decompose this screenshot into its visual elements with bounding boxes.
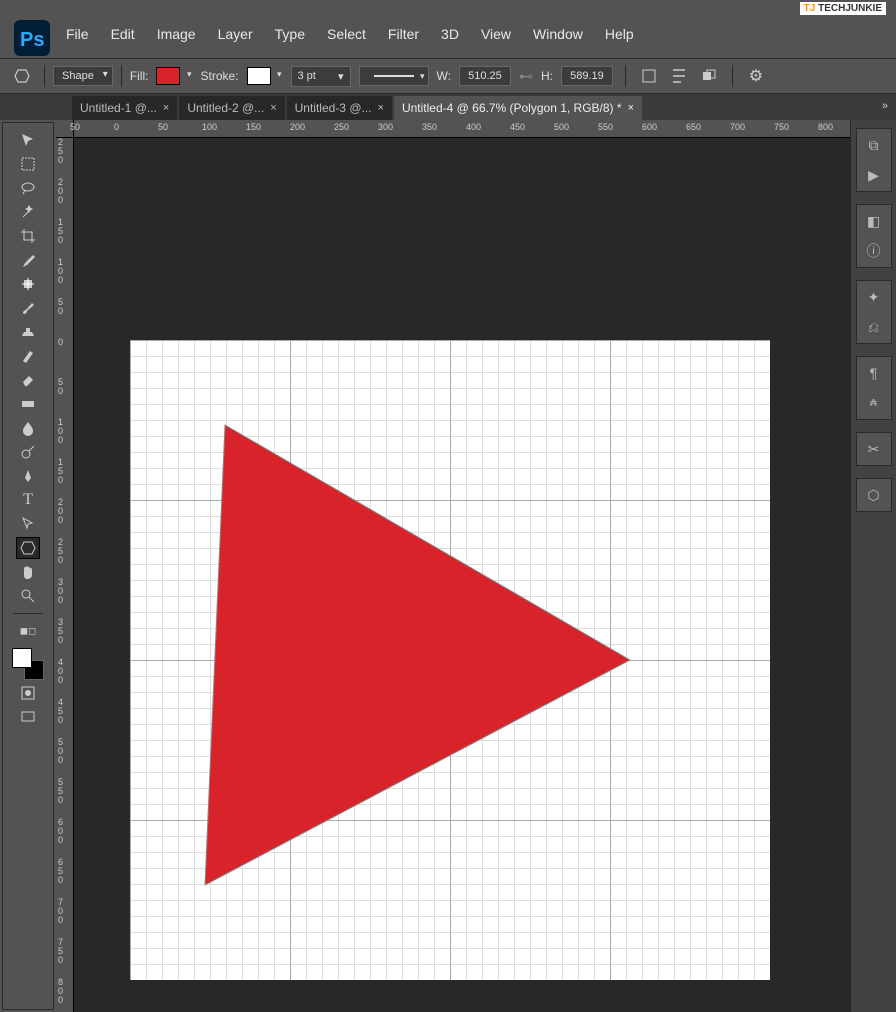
path-arrangement-icon[interactable] [698, 65, 720, 87]
pen-tool[interactable] [16, 465, 40, 487]
menu-filter[interactable]: Filter [388, 26, 419, 42]
actions-panel-icon[interactable]: ▶ [864, 165, 884, 185]
quick-mask-icon[interactable] [16, 682, 40, 704]
ps-logo: Ps [10, 16, 54, 60]
tool-mode-dropdown[interactable]: Shape [53, 66, 113, 86]
menu-view[interactable]: View [481, 26, 511, 42]
marquee-tool[interactable] [16, 153, 40, 175]
character-panel-icon[interactable]: ¶ [864, 363, 884, 383]
height-label: H: [541, 69, 553, 83]
menu-select[interactable]: Select [327, 26, 366, 42]
document-tabs: Untitled-1 @...× Untitled-2 @...× Untitl… [0, 94, 896, 120]
brush-tool[interactable] [16, 297, 40, 319]
doc-tab-3[interactable]: Untitled-3 @...× [287, 96, 392, 120]
close-icon[interactable]: × [163, 102, 169, 114]
menu-edit[interactable]: Edit [111, 26, 135, 42]
doc-tab-4[interactable]: Untitled-4 @ 66.7% (Polygon 1, RGB/8) *× [394, 96, 642, 120]
default-colors-icon[interactable]: ◼◻ [16, 620, 40, 642]
tools-preset-panel-icon[interactable]: ✂ [864, 439, 884, 459]
dodge-tool[interactable] [16, 441, 40, 463]
lasso-tool[interactable] [16, 177, 40, 199]
polygon-shape[interactable] [130, 340, 770, 980]
close-icon[interactable]: × [270, 102, 276, 114]
menu-type[interactable]: Type [275, 26, 305, 42]
vertical-ruler: 2 5 02 0 01 5 01 0 05 005 01 0 01 5 02 0… [56, 138, 74, 1012]
zoom-tool[interactable] [16, 585, 40, 607]
titlebar: Ps File Edit Image Layer Type Select Fil… [0, 0, 896, 58]
clone-source-panel-icon[interactable]: ⎌ [864, 317, 884, 337]
stroke-size-input[interactable]: 3 pt▾ [291, 66, 351, 87]
svg-text:Ps: Ps [20, 29, 44, 51]
main-menu: File Edit Image Layer Type Select Filter… [66, 16, 634, 42]
toolbox: T ◼◻ [2, 122, 54, 1010]
polygon-tool-icon[interactable] [8, 65, 36, 87]
fill-label: Fill: [130, 69, 149, 83]
screen-mode-icon[interactable] [16, 706, 40, 728]
eraser-tool[interactable] [16, 369, 40, 391]
gear-icon[interactable]: ⚙ [745, 65, 767, 87]
gradient-tool[interactable] [16, 393, 40, 415]
doc-tab-2[interactable]: Untitled-2 @...× [179, 96, 284, 120]
width-label: W: [437, 69, 451, 83]
shape-tool[interactable] [16, 537, 40, 559]
history-brush-tool[interactable] [16, 345, 40, 367]
blur-tool[interactable] [16, 417, 40, 439]
menu-file[interactable]: File [66, 26, 89, 42]
options-bar: Shape Fill: Stroke: 3 pt▾ W: 510.25 ⊷ H:… [0, 58, 896, 94]
eyedropper-tool[interactable] [16, 249, 40, 271]
canvas-area[interactable]: 5005010015020025030035040045050055060065… [56, 120, 850, 1012]
stroke-style-dropdown[interactable] [359, 66, 429, 86]
hand-tool[interactable] [16, 561, 40, 583]
move-tool[interactable] [16, 129, 40, 151]
paragraph-panel-icon[interactable]: ₳ [864, 393, 884, 413]
tabs-overflow-icon[interactable]: » [882, 100, 888, 112]
properties-panel-icon[interactable]: ◧ [864, 211, 884, 231]
healing-brush-tool[interactable] [16, 273, 40, 295]
crop-tool[interactable] [16, 225, 40, 247]
brushes-panel-icon[interactable]: ✦ [864, 287, 884, 307]
horizontal-ruler: 5005010015020025030035040045050055060065… [74, 120, 850, 138]
magic-wand-tool[interactable] [16, 201, 40, 223]
link-dimensions-icon[interactable]: ⊷ [519, 68, 533, 85]
canvas[interactable] [130, 340, 770, 980]
info-panel-icon[interactable]: ⓘ [864, 241, 884, 261]
workspace: T ◼◻ 50050100150200250300350400450500550… [0, 120, 896, 1012]
path-selection-tool[interactable] [16, 513, 40, 535]
doc-tab-1[interactable]: Untitled-1 @...× [72, 96, 177, 120]
fill-color-swatch[interactable] [156, 67, 180, 85]
path-alignment-icon[interactable] [668, 65, 690, 87]
menu-layer[interactable]: Layer [218, 26, 253, 42]
path-operations-icon[interactable] [638, 65, 660, 87]
history-panel-icon[interactable]: ⧉ [864, 135, 884, 155]
stroke-color-swatch[interactable] [247, 67, 271, 85]
width-input[interactable]: 510.25 [459, 66, 511, 86]
menu-image[interactable]: Image [157, 26, 196, 42]
menu-3d[interactable]: 3D [441, 26, 459, 42]
foreground-background-colors[interactable] [12, 648, 44, 680]
close-icon[interactable]: × [628, 102, 634, 114]
clone-stamp-tool[interactable] [16, 321, 40, 343]
stroke-label: Stroke: [200, 69, 238, 83]
close-icon[interactable]: × [378, 102, 384, 114]
right-panel: ⧉ ▶ ◧ ⓘ ✦ ⎌ ¶ ₳ ✂ ⬡ [850, 120, 896, 1012]
menu-help[interactable]: Help [605, 26, 634, 42]
3d-panel-icon[interactable]: ⬡ [864, 485, 884, 505]
height-input[interactable]: 589.19 [561, 66, 613, 86]
type-tool[interactable]: T [16, 489, 40, 511]
watermark: TJ TECHJUNKIE [800, 2, 886, 15]
menu-window[interactable]: Window [533, 26, 583, 42]
